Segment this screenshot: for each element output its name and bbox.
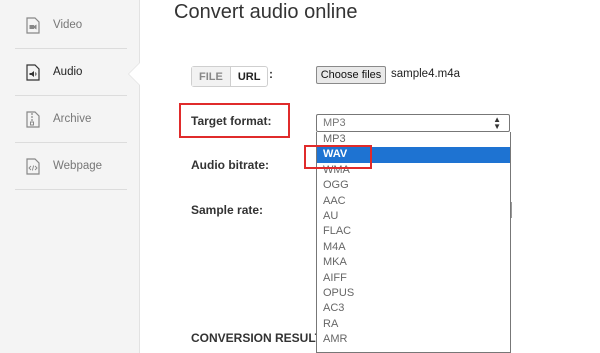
choose-files-button[interactable]: Choose files bbox=[316, 66, 386, 84]
format-option[interactable]: AC3 bbox=[317, 301, 510, 316]
format-option[interactable]: AMR bbox=[317, 332, 510, 347]
url-tab[interactable]: URL bbox=[231, 67, 268, 86]
format-option[interactable]: FLAC bbox=[317, 224, 510, 239]
sidebar-item-webpage[interactable]: Webpage bbox=[15, 143, 127, 190]
video-file-icon bbox=[25, 16, 41, 34]
active-pointer bbox=[129, 63, 140, 85]
format-option[interactable]: MKA bbox=[317, 255, 510, 270]
select-arrows-icon: ▲ ▼ bbox=[493, 115, 501, 131]
format-dropdown-list: MP3 WAV WMA OGG AAC AU FLAC M4A MKA AIFF… bbox=[316, 132, 511, 353]
format-option[interactable]: AU bbox=[317, 209, 510, 224]
sidebar: Video Audio Archive Webpage bbox=[0, 0, 140, 353]
format-option[interactable]: AIFF bbox=[317, 271, 510, 286]
sidebar-item-label: Audio bbox=[53, 66, 83, 78]
audio-bitrate-label: Audio bitrate: bbox=[191, 158, 269, 172]
sidebar-item-label: Video bbox=[53, 19, 83, 31]
sidebar-item-video[interactable]: Video bbox=[15, 2, 127, 49]
format-option[interactable]: OPUS bbox=[317, 286, 510, 301]
format-option[interactable]: M4A bbox=[317, 240, 510, 255]
format-option[interactable]: WMA bbox=[317, 163, 510, 178]
format-option[interactable]: MP3 bbox=[317, 132, 510, 147]
audio-file-icon bbox=[25, 63, 41, 81]
conversion-results-label: CONVERSION RESULTS: bbox=[191, 331, 335, 345]
target-format-label: Target format: bbox=[191, 114, 272, 128]
source-colon: : bbox=[269, 67, 273, 81]
target-format-value: MP3 bbox=[323, 117, 346, 129]
sample-rate-label: Sample rate: bbox=[191, 203, 264, 217]
format-option[interactable]: OGG bbox=[317, 178, 510, 193]
target-format-select[interactable]: MP3 ▲ ▼ bbox=[316, 114, 510, 132]
archive-file-icon bbox=[25, 110, 41, 128]
source-toggle: FILE URL bbox=[191, 66, 269, 87]
selected-file-name: sample4.m4a bbox=[391, 68, 461, 80]
format-option[interactable]: AAC bbox=[317, 194, 510, 209]
format-option-selected[interactable]: WAV bbox=[317, 147, 510, 163]
sidebar-item-label: Archive bbox=[53, 113, 92, 125]
format-option[interactable]: RA bbox=[317, 317, 510, 332]
sidebar-item-archive[interactable]: Archive bbox=[15, 96, 127, 143]
code-file-icon bbox=[25, 157, 41, 175]
sidebar-item-audio[interactable]: Audio bbox=[15, 49, 127, 96]
sidebar-item-label: Webpage bbox=[53, 160, 103, 172]
file-tab[interactable]: FILE bbox=[192, 67, 231, 86]
page-title: Convert audio online bbox=[174, 1, 358, 23]
